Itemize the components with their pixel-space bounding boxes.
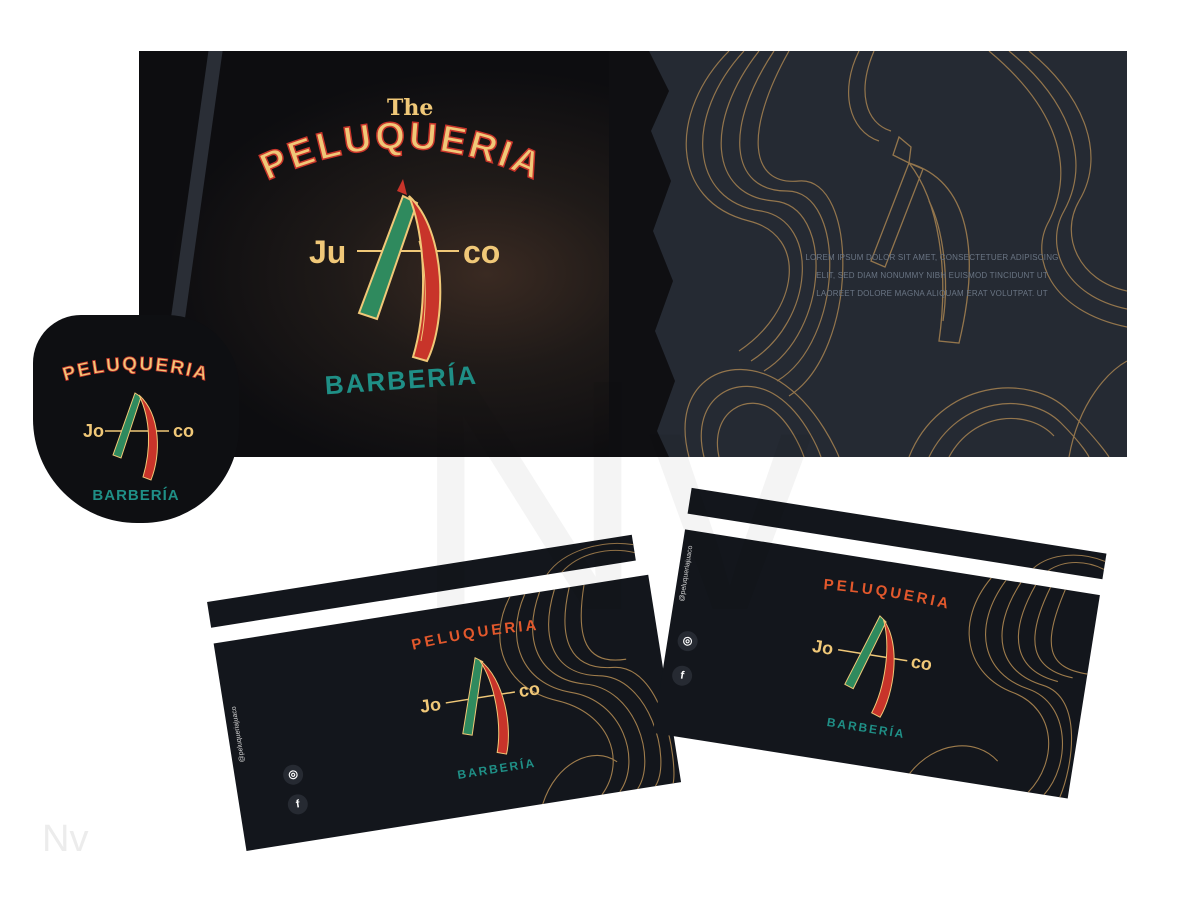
round-badge: PELUQUERIA Jo co BARBERÍA	[33, 315, 239, 523]
card-right-title: PELUQUERIA	[822, 574, 954, 614]
card-front: PELUQUERIA Jo co BARBERÍA @peluqueriajua…	[652, 529, 1100, 799]
card-left-brand-left: Jo	[419, 694, 443, 717]
razor-icon	[357, 179, 442, 363]
card-right-subtitle: BARBERÍA	[826, 714, 907, 741]
business-card-right: PELUQUERIA Jo co BARBERÍA @peluqueriajua…	[640, 473, 1113, 846]
badge-brand-right: co	[173, 421, 194, 441]
lorem-line: ELIT, SED DIAM NONUMMY NIBH EUISMOD TINC…	[816, 271, 1048, 280]
card-left-brand-right: co	[517, 678, 541, 701]
card-right-brand-right: co	[910, 651, 934, 674]
badge-title: PELUQUERIA	[60, 353, 210, 386]
banner-subtitle: BARBERÍA	[324, 360, 479, 401]
svg-text:PELUQUERIA: PELUQUERIA	[254, 115, 550, 189]
lorem-line: LAOREET DOLORE MAGNA ALIQUAM ERAT VOLUTP…	[816, 289, 1048, 298]
banner-brand-right: co	[463, 234, 500, 270]
banner-brand-left: Ju	[309, 234, 346, 270]
watermark-small: Nv	[42, 818, 89, 860]
card-right-brand-left: Jo	[811, 636, 835, 659]
badge-logo: PELUQUERIA Jo co BARBERÍA	[60, 353, 211, 504]
svg-text:PELUQUERIA: PELUQUERIA	[822, 574, 954, 614]
badge-subtitle: BARBERÍA	[92, 487, 179, 504]
svg-text:PELUQUERIA: PELUQUERIA	[60, 354, 211, 386]
banner-title-peluqueria: PELUQUERIA	[253, 114, 547, 189]
banner-flyer: The PELUQUERIA Ju co BARBERÍA LOREM IPSU…	[139, 51, 1127, 457]
logo-main: PELUQUERIA Ju co BARBERÍA	[253, 114, 550, 401]
lorem-line: LOREM IPSUM DOLOR SIT AMET, CONSECTETUER…	[805, 253, 1059, 262]
lorem-text: LOREM IPSUM DOLOR SIT AMET, CONSECTETUER…	[789, 249, 1075, 303]
card-left-subtitle: BARBERÍA	[456, 755, 537, 782]
business-card-left: PELUQUERIA Jo co BARBERÍA @peluqueriajua…	[181, 493, 708, 903]
svg-text:PELUQUERIA: PELUQUERIA	[410, 614, 542, 654]
badge-brand-left: Jo	[83, 421, 104, 441]
card-left-title: PELUQUERIA	[410, 614, 542, 654]
